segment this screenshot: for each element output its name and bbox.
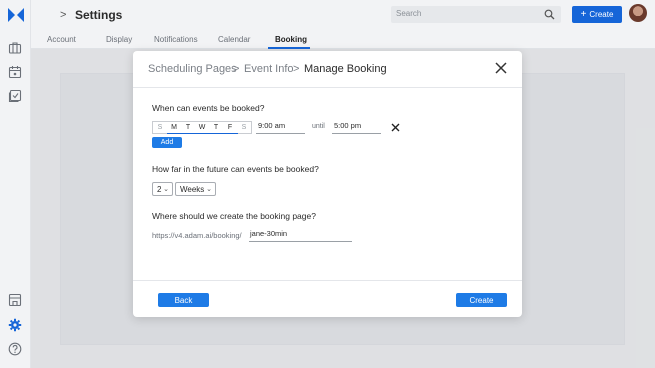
app-logo-icon[interactable] bbox=[7, 6, 25, 24]
future-unit-value: Weeks bbox=[180, 184, 205, 194]
page-title: Settings bbox=[75, 8, 123, 22]
future-amount-select[interactable]: 2 ⌄ bbox=[152, 182, 173, 196]
remove-time-range-icon[interactable] bbox=[391, 123, 400, 132]
settings-tabs: Account Display Notifications Calendar B… bbox=[31, 29, 655, 49]
question-future: How far in the future can events be book… bbox=[152, 164, 319, 174]
question-when: When can events be booked? bbox=[152, 103, 265, 113]
day-saturday[interactable]: S bbox=[237, 122, 251, 133]
dialog-footer: Back Create bbox=[133, 280, 522, 317]
breadcrumb-chevron-icon: > bbox=[60, 9, 67, 21]
question-where: Where should we create the booking page? bbox=[152, 211, 316, 221]
breadcrumb-separator-icon: > bbox=[293, 63, 300, 75]
day-sunday[interactable]: S bbox=[153, 122, 167, 133]
manage-booking-dialog: Scheduling Pages > Event Info > Manage B… bbox=[133, 51, 522, 317]
plus-icon: + bbox=[580, 9, 587, 20]
help-icon[interactable] bbox=[8, 342, 22, 356]
dialog-header: Scheduling Pages > Event Info > Manage B… bbox=[133, 51, 522, 88]
breadcrumb-scheduling-pages[interactable]: Scheduling Pages bbox=[148, 63, 237, 75]
store-icon[interactable] bbox=[8, 293, 22, 307]
future-unit-select[interactable]: Weeks ⌄ bbox=[175, 182, 216, 196]
breadcrumb-separator-icon: > bbox=[233, 63, 240, 75]
selected-days-indicator bbox=[167, 133, 238, 134]
day-monday[interactable]: M bbox=[167, 122, 181, 133]
search-placeholder: Search bbox=[396, 9, 422, 18]
tab-account[interactable]: Account bbox=[47, 35, 76, 44]
back-button[interactable]: Back bbox=[158, 293, 209, 307]
tab-display[interactable]: Display bbox=[106, 35, 132, 44]
breadcrumb-event-info[interactable]: Event Info bbox=[244, 63, 294, 75]
create-button[interactable]: + Create bbox=[572, 6, 622, 23]
day-tuesday[interactable]: T bbox=[181, 122, 195, 133]
end-time-field[interactable]: 5:00 pm bbox=[332, 121, 381, 134]
tab-booking[interactable]: Booking bbox=[275, 35, 307, 44]
top-bar: > Settings Search + Create bbox=[31, 0, 655, 29]
create-booking-button[interactable]: Create bbox=[456, 293, 507, 307]
create-button-label: Create bbox=[589, 10, 614, 19]
day-wednesday[interactable]: W bbox=[195, 122, 209, 133]
calendar-icon[interactable] bbox=[8, 65, 22, 79]
day-friday[interactable]: F bbox=[223, 122, 237, 133]
until-label: until bbox=[312, 123, 325, 130]
settings-gear-icon[interactable] bbox=[8, 318, 22, 332]
chevron-down-icon: ⌄ bbox=[163, 186, 169, 193]
booking-slug-input[interactable]: jane-30min bbox=[249, 229, 352, 242]
future-amount-value: 2 bbox=[157, 184, 162, 194]
breadcrumb-manage-booking: Manage Booking bbox=[304, 63, 387, 75]
booking-url-prefix: https://v4.adam.ai/booking/ bbox=[152, 231, 242, 240]
add-time-range-button[interactable]: Add bbox=[152, 137, 182, 148]
chevron-down-icon: ⌄ bbox=[206, 186, 212, 193]
start-time-field[interactable]: 9:00 am bbox=[256, 121, 305, 134]
tab-calendar[interactable]: Calendar bbox=[218, 35, 250, 44]
sidebar bbox=[0, 0, 31, 368]
search-input[interactable]: Search bbox=[391, 6, 561, 23]
avatar[interactable] bbox=[629, 4, 647, 22]
weekday-selector: S M T W T F S bbox=[152, 121, 252, 134]
tab-notifications[interactable]: Notifications bbox=[154, 35, 198, 44]
search-icon[interactable] bbox=[544, 9, 555, 20]
close-icon[interactable] bbox=[495, 62, 507, 74]
tasks-icon[interactable] bbox=[8, 89, 22, 103]
day-thursday[interactable]: T bbox=[209, 122, 223, 133]
briefcase-icon[interactable] bbox=[8, 41, 22, 55]
